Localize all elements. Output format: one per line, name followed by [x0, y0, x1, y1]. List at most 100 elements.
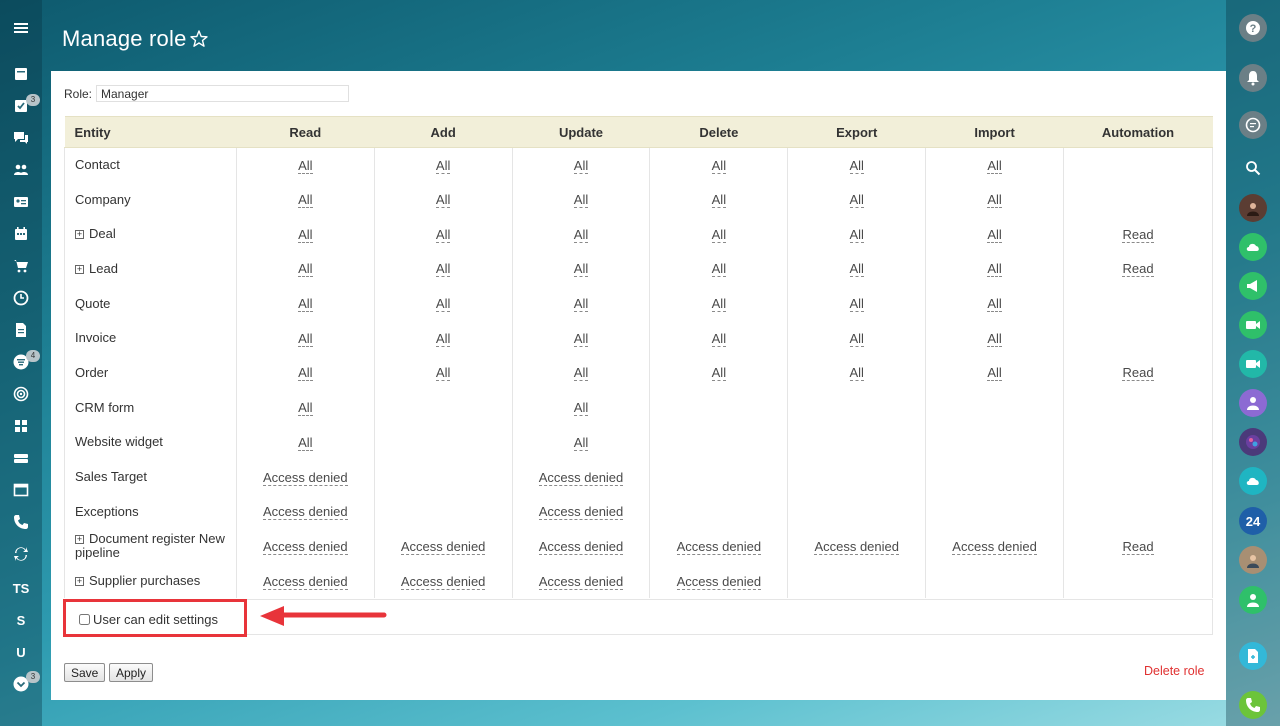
- avatar-user-3[interactable]: [1239, 546, 1267, 574]
- permission-value[interactable]: All: [711, 192, 727, 209]
- permission-value[interactable]: All: [298, 192, 313, 209]
- role-name-input[interactable]: [96, 85, 350, 102]
- permission-value[interactable]: All: [849, 261, 864, 278]
- permission-value[interactable]: All: [573, 434, 589, 451]
- permission-value[interactable]: Read: [1122, 365, 1154, 382]
- permission-value[interactable]: Access denied: [263, 573, 348, 590]
- phone-icon[interactable]: [11, 512, 31, 532]
- permission-value[interactable]: Access denied: [676, 573, 762, 590]
- permission-value[interactable]: Access denied: [263, 504, 348, 521]
- permission-value[interactable]: All: [573, 400, 589, 417]
- calendar-icon[interactable]: [11, 224, 31, 244]
- permission-value[interactable]: All: [435, 261, 451, 278]
- window-icon[interactable]: [11, 480, 31, 500]
- crm-user-icon[interactable]: [1239, 586, 1267, 614]
- permission-value[interactable]: All: [849, 296, 864, 313]
- file-share-icon[interactable]: [1239, 642, 1267, 670]
- avatar-user-2[interactable]: [1239, 428, 1267, 456]
- megaphone-icon[interactable]: [1239, 272, 1267, 300]
- user-icon[interactable]: [1239, 389, 1267, 417]
- cloud-icon[interactable]: [1239, 233, 1267, 261]
- apps-icon[interactable]: [11, 416, 31, 436]
- expand-plus-icon[interactable]: +: [75, 230, 84, 240]
- permission-value[interactable]: All: [573, 296, 589, 313]
- shortcut-u[interactable]: U: [11, 642, 31, 662]
- permission-value[interactable]: All: [298, 296, 313, 313]
- permission-value[interactable]: Access denied: [952, 538, 1037, 555]
- permission-value[interactable]: All: [711, 261, 727, 278]
- permission-value[interactable]: All: [298, 226, 313, 243]
- video-icon[interactable]: [1239, 311, 1267, 339]
- permission-value[interactable]: All: [435, 226, 451, 243]
- menu-icon[interactable]: [11, 18, 31, 38]
- permission-value[interactable]: Access denied: [263, 469, 348, 486]
- permission-value[interactable]: All: [298, 434, 313, 451]
- permission-value[interactable]: All: [298, 330, 313, 347]
- permission-value[interactable]: All: [298, 157, 313, 174]
- permission-value[interactable]: All: [987, 365, 1002, 382]
- permission-value[interactable]: Read: [1122, 538, 1154, 555]
- permission-value[interactable]: All: [711, 157, 727, 174]
- search-icon[interactable]: [1239, 154, 1267, 182]
- expand-plus-icon[interactable]: +: [75, 264, 84, 274]
- permission-value[interactable]: All: [849, 192, 864, 209]
- clock-icon[interactable]: [11, 288, 31, 308]
- inventory-icon[interactable]: [11, 448, 31, 468]
- permission-value[interactable]: Access denied: [538, 573, 624, 590]
- groups-icon[interactable]: [11, 160, 31, 180]
- permission-value[interactable]: All: [711, 365, 727, 382]
- permission-value[interactable]: Access denied: [538, 538, 624, 555]
- delete-role-link[interactable]: Delete role: [1144, 664, 1204, 678]
- permission-value[interactable]: All: [711, 330, 727, 347]
- apply-button[interactable]: Apply: [109, 663, 154, 682]
- permission-value[interactable]: All: [435, 296, 451, 313]
- permission-value[interactable]: All: [849, 365, 864, 382]
- feed-icon[interactable]: [11, 64, 31, 84]
- permission-value[interactable]: All: [987, 330, 1002, 347]
- permission-value[interactable]: All: [573, 330, 589, 347]
- permission-value[interactable]: All: [573, 157, 589, 174]
- permission-value[interactable]: Read: [1122, 261, 1154, 278]
- help-icon[interactable]: ?: [1239, 14, 1267, 42]
- save-button[interactable]: Save: [64, 663, 106, 682]
- permission-value[interactable]: Access denied: [263, 538, 348, 555]
- expand-plus-icon[interactable]: +: [75, 535, 84, 545]
- sync-icon[interactable]: [11, 544, 31, 564]
- permission-value[interactable]: All: [435, 330, 451, 347]
- cart-icon[interactable]: [11, 256, 31, 276]
- video-call-icon[interactable]: [1239, 350, 1267, 378]
- permission-value[interactable]: All: [711, 226, 727, 243]
- permission-value[interactable]: All: [573, 192, 589, 209]
- chat-icon[interactable]: [11, 128, 31, 148]
- document-icon[interactable]: [11, 320, 31, 340]
- expand-plus-icon[interactable]: +: [75, 577, 84, 587]
- permission-value[interactable]: All: [987, 296, 1002, 313]
- permission-value[interactable]: Access denied: [538, 504, 624, 521]
- permission-value[interactable]: All: [435, 365, 451, 382]
- permission-value[interactable]: All: [987, 157, 1002, 174]
- permission-value[interactable]: All: [435, 192, 451, 209]
- permission-value[interactable]: All: [711, 296, 727, 313]
- permission-value[interactable]: All: [987, 192, 1002, 209]
- permission-value[interactable]: All: [298, 365, 313, 382]
- bell-icon[interactable]: [1239, 64, 1267, 92]
- permission-value[interactable]: Access denied: [814, 538, 899, 555]
- target-icon[interactable]: [11, 384, 31, 404]
- permission-value[interactable]: Access denied: [538, 469, 624, 486]
- permission-value[interactable]: All: [298, 261, 313, 278]
- bitrix24-icon[interactable]: 24: [1239, 507, 1267, 535]
- avatar-user-1[interactable]: [1239, 194, 1267, 222]
- permission-value[interactable]: All: [987, 261, 1002, 278]
- phone-call-icon[interactable]: [1239, 691, 1267, 719]
- star-icon[interactable]: [189, 29, 209, 49]
- permission-value[interactable]: All: [298, 400, 313, 417]
- permission-value[interactable]: All: [573, 226, 589, 243]
- permission-value[interactable]: Access denied: [400, 538, 486, 555]
- contact-card-icon[interactable]: [11, 192, 31, 212]
- permission-value[interactable]: Access denied: [676, 538, 762, 555]
- shortcut-s[interactable]: S: [11, 610, 31, 630]
- permission-value[interactable]: All: [435, 157, 451, 174]
- cloud-icon-2[interactable]: [1239, 467, 1267, 495]
- shortcut-ts[interactable]: TS: [11, 578, 31, 598]
- permission-value[interactable]: Read: [1122, 226, 1154, 243]
